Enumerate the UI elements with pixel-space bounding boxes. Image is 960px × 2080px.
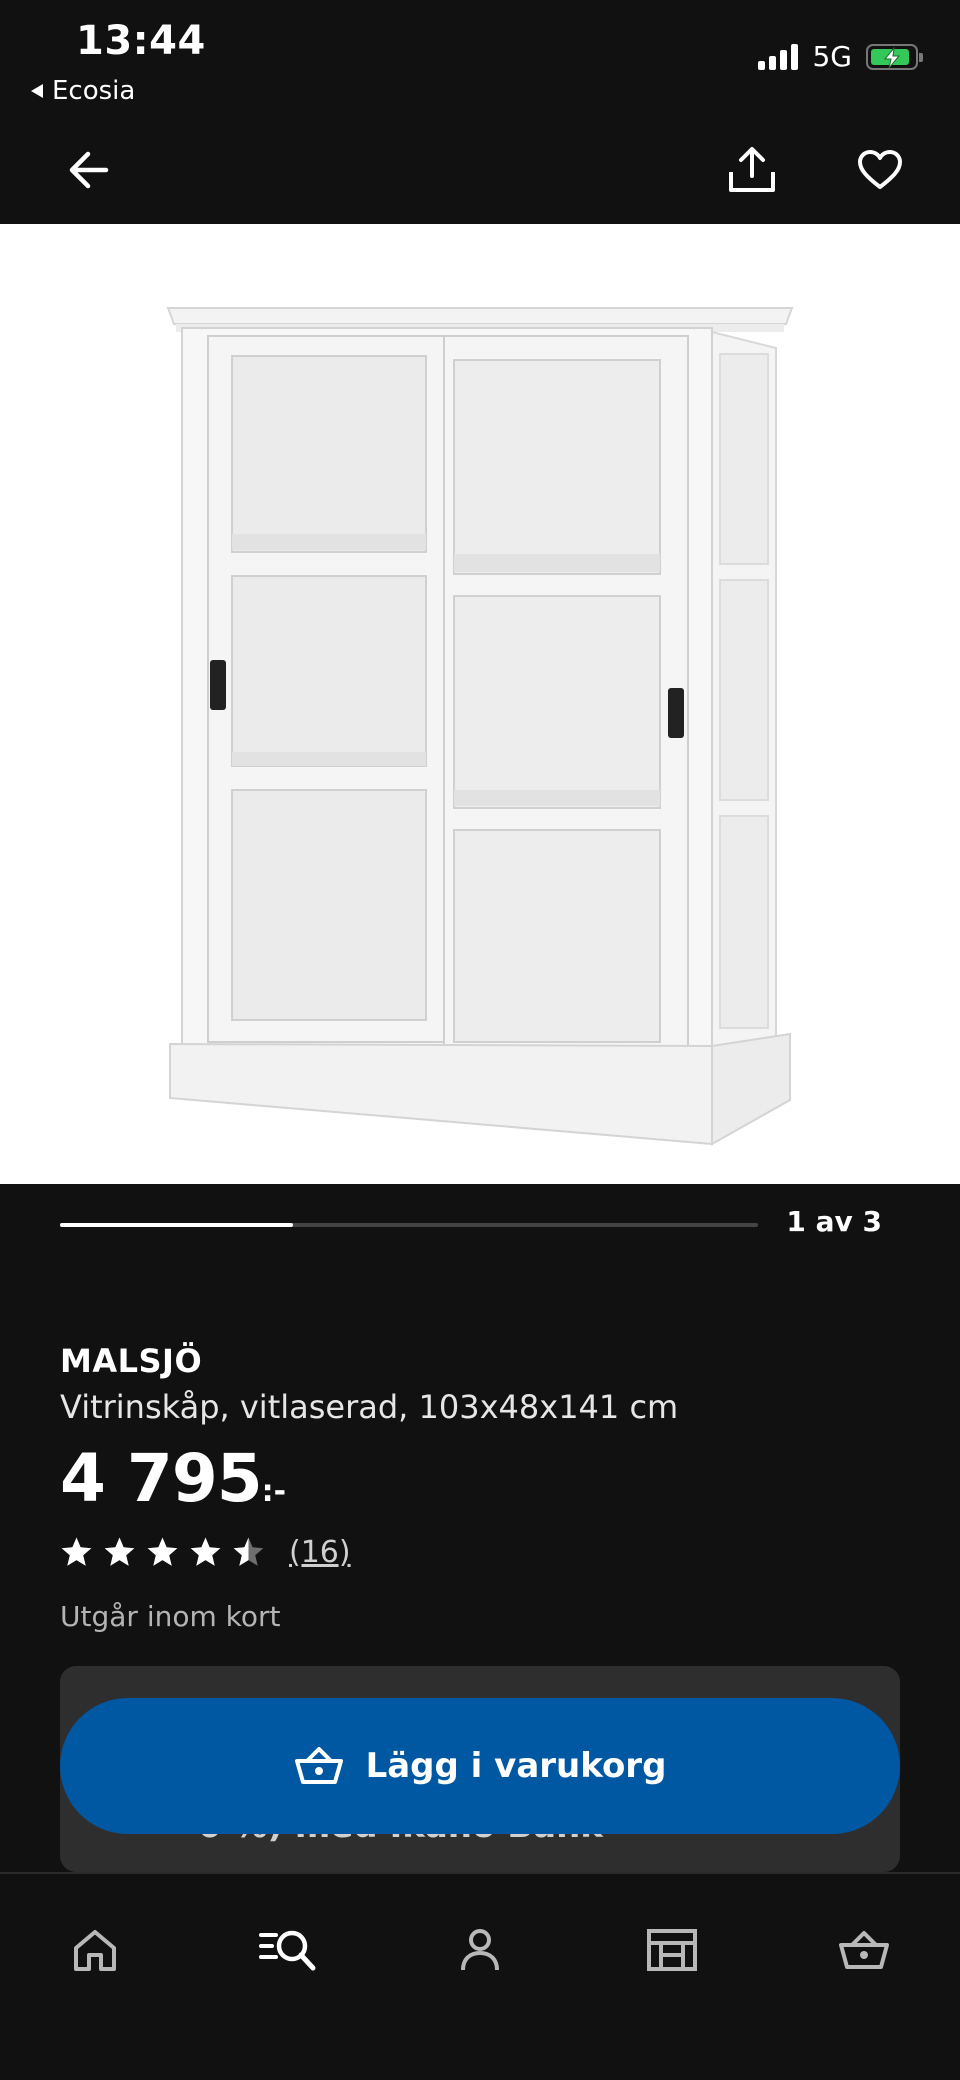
carousel-progress xyxy=(60,1223,758,1227)
heart-icon xyxy=(858,150,902,189)
share-icon xyxy=(729,147,775,192)
product-image[interactable] xyxy=(0,224,960,1184)
carousel-counter: 1 av 3 xyxy=(786,1205,882,1238)
cabinet-illustration xyxy=(166,307,794,1146)
network-label: 5G xyxy=(812,40,852,73)
tab-search[interactable] xyxy=(248,1910,328,1990)
carousel-progress-fill xyxy=(60,1223,293,1227)
battery-icon xyxy=(866,43,923,70)
basket-icon xyxy=(839,1931,889,1969)
status-time: 13:44 xyxy=(76,18,206,64)
star-icon xyxy=(61,1537,92,1566)
home-icon xyxy=(74,1930,116,1971)
search-list-icon xyxy=(259,1930,316,1971)
store-icon xyxy=(647,1929,697,1971)
product-description: Vitrinskåp, vitlaserad, 103x48x141 cm xyxy=(60,1388,679,1426)
product-rating[interactable]: (16) xyxy=(60,1535,351,1570)
share-button[interactable] xyxy=(720,138,784,202)
back-to-app-link[interactable]: Ecosia xyxy=(30,76,135,106)
star-icon xyxy=(233,1537,264,1566)
signal-icon xyxy=(758,43,799,70)
basket-icon xyxy=(294,1747,343,1784)
back-button[interactable] xyxy=(56,138,120,202)
rating-count[interactable]: (16) xyxy=(289,1535,351,1570)
star-icon xyxy=(190,1537,221,1566)
back-app-label: Ecosia xyxy=(52,76,136,106)
tab-home[interactable] xyxy=(55,1910,135,1990)
triangle-left-icon xyxy=(30,76,44,106)
tab-profile[interactable] xyxy=(440,1910,520,1990)
rating-stars xyxy=(60,1536,265,1569)
star-icon xyxy=(147,1537,178,1566)
tab-cart[interactable] xyxy=(824,1910,904,1990)
price-suffix: :- xyxy=(261,1474,287,1509)
product-price: 4 795 :- xyxy=(60,1440,286,1517)
price-value: 4 795 xyxy=(60,1440,263,1517)
availability-status: Utgår inom kort xyxy=(60,1600,281,1633)
add-to-cart-button[interactable]: Lägg i varukorg xyxy=(60,1698,900,1834)
tab-store[interactable] xyxy=(632,1910,712,1990)
bottom-tab-bar xyxy=(0,1872,960,2080)
product-name: MALSJÖ xyxy=(60,1342,203,1380)
status-indicators: 5G xyxy=(758,40,923,73)
star-icon xyxy=(104,1537,135,1566)
user-icon xyxy=(461,1929,499,1971)
arrow-left-icon xyxy=(69,151,109,189)
add-to-cart-label: Lägg i varukorg xyxy=(365,1746,667,1786)
favorite-button[interactable] xyxy=(848,138,912,202)
